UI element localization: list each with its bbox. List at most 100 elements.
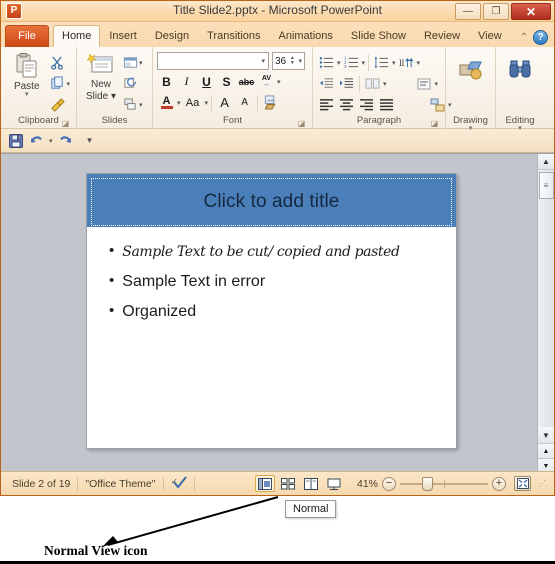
text-direction-button[interactable]: ll	[397, 53, 416, 72]
columns-carat[interactable]: ▾	[383, 80, 387, 88]
reset-button[interactable]	[121, 74, 145, 93]
slide-sorter-view-button[interactable]	[278, 475, 298, 492]
grow-font-button[interactable]: A	[215, 93, 234, 112]
undo-dropdown-carat[interactable]: ▾	[49, 137, 53, 145]
cut-button[interactable]	[48, 53, 72, 72]
drawing-carat[interactable]: ▾	[450, 125, 491, 132]
zoom-out-button[interactable]: −	[382, 476, 396, 491]
font-size-spinner[interactable]: ▲ ▼	[290, 56, 295, 66]
tab-transitions[interactable]: Transitions	[198, 25, 269, 47]
line-spacing-button[interactable]	[372, 53, 391, 72]
font-color-carat[interactable]: ▾	[177, 99, 181, 107]
decrease-indent-button[interactable]	[317, 74, 336, 93]
tab-view[interactable]: View	[469, 25, 511, 47]
tab-design[interactable]: Design	[146, 25, 198, 47]
shrink-font-button[interactable]: A	[235, 93, 254, 112]
close-button[interactable]: ✕	[511, 3, 551, 20]
copy-button[interactable]: ▾	[48, 74, 72, 93]
help-icon[interactable]: ?	[533, 30, 548, 45]
copy-dropdown-carat[interactable]: ▾	[66, 80, 70, 88]
align-text-button[interactable]	[415, 74, 434, 93]
redo-button[interactable]	[56, 132, 74, 150]
zoom-slider[interactable]	[400, 476, 488, 491]
line-spacing-carat[interactable]: ▾	[392, 59, 396, 67]
font-dialog-launcher[interactable]: ◪	[297, 119, 306, 128]
align-center-button[interactable]	[337, 95, 356, 114]
layout-dropdown-carat[interactable]: ▾	[139, 59, 143, 67]
editing-button[interactable]	[500, 56, 540, 82]
list-item[interactable]: • Organized	[109, 302, 444, 322]
clipboard-dialog-launcher[interactable]: ◪	[61, 119, 70, 128]
paste-dropdown-carat[interactable]: ▾	[25, 91, 29, 98]
change-case-button[interactable]: Aa	[182, 93, 204, 112]
list-item[interactable]: • Sample Text to be cut/ copied and past…	[109, 242, 444, 262]
font-name-carat[interactable]: ▾	[261, 57, 265, 65]
minimize-button[interactable]: —	[455, 3, 481, 20]
scroll-up-button[interactable]: ▲	[537, 154, 554, 170]
text-shadow-button[interactable]: S	[217, 72, 236, 91]
tab-home[interactable]: Home	[53, 25, 101, 47]
align-left-button[interactable]	[317, 95, 336, 114]
convert-to-smartart-button[interactable]	[428, 95, 447, 114]
tab-slide-show[interactable]: Slide Show	[342, 25, 415, 47]
restore-button[interactable]: ❐	[483, 3, 509, 20]
tab-insert[interactable]: Insert	[100, 25, 146, 47]
previous-slide-button[interactable]: ▲	[537, 443, 554, 458]
list-item[interactable]: • Sample Text in error	[109, 272, 444, 292]
font-size-carat[interactable]: ▾	[298, 57, 302, 65]
tab-file[interactable]: File	[5, 25, 49, 47]
vertical-scrollbar[interactable]: ▲ ≡ ▼ ▲ ▼	[537, 154, 554, 473]
underline-button[interactable]: U	[197, 72, 216, 91]
bullets-carat[interactable]: ▾	[337, 59, 341, 67]
normal-view-button[interactable]	[255, 475, 275, 492]
section-button[interactable]: ▾	[121, 95, 145, 114]
slide-canvas[interactable]: Click to add title • Sample Text to be c…	[86, 173, 457, 449]
layout-button[interactable]: ▾	[121, 53, 145, 72]
bold-button[interactable]: B	[157, 72, 176, 91]
format-painter-button[interactable]	[48, 95, 72, 114]
increase-indent-button[interactable]	[337, 74, 356, 93]
character-spacing-carat[interactable]: ▾	[277, 78, 281, 86]
columns-button[interactable]	[363, 74, 382, 93]
font-color-button[interactable]: A	[157, 93, 176, 112]
reading-view-button[interactable]	[301, 475, 321, 492]
undo-button[interactable]	[28, 132, 46, 150]
clear-formatting-button[interactable]: AA	[261, 93, 280, 112]
align-text-carat[interactable]: ▾	[435, 80, 439, 88]
drawing-button[interactable]	[450, 56, 491, 82]
resize-grip[interactable]: ⋰	[538, 479, 550, 488]
font-name-input[interactable]: ▾	[157, 52, 269, 70]
numbering-carat[interactable]: ▾	[362, 59, 366, 67]
save-button[interactable]	[7, 132, 25, 150]
numbering-button[interactable]: 1 2 3	[342, 53, 361, 72]
zoom-in-button[interactable]: +	[492, 476, 506, 491]
zoom-level[interactable]: 41%	[350, 478, 378, 490]
customize-qat-button[interactable]: ▾	[81, 132, 99, 150]
new-slide-button[interactable]: New Slide ▾	[81, 50, 121, 102]
minimize-ribbon-icon[interactable]: ⌃	[520, 32, 528, 43]
align-right-button[interactable]	[357, 95, 376, 114]
slide-show-view-button[interactable]	[324, 475, 344, 492]
justify-button[interactable]	[377, 95, 396, 114]
slide-body-placeholder[interactable]: • Sample Text to be cut/ copied and past…	[87, 228, 456, 322]
paragraph-dialog-launcher[interactable]: ◪	[430, 119, 439, 128]
editing-carat[interactable]: ▾	[500, 125, 540, 132]
scrollbar-track[interactable]	[538, 199, 555, 427]
italic-button[interactable]: I	[177, 72, 196, 91]
fit-to-window-button[interactable]	[514, 476, 531, 491]
paste-button[interactable]: Paste ▾	[5, 50, 48, 98]
font-size-input[interactable]: 36 ▲ ▼ ▾	[272, 52, 305, 70]
tab-review[interactable]: Review	[415, 25, 469, 47]
theme-name[interactable]: "Office Theme"	[78, 478, 162, 490]
character-spacing-button[interactable]: AV ↔	[257, 72, 276, 91]
strikethrough-button[interactable]: abc	[237, 72, 256, 91]
scroll-down-button[interactable]: ▼	[537, 427, 554, 443]
tab-animations[interactable]: Animations	[270, 25, 342, 47]
zoom-slider-thumb[interactable]	[422, 476, 433, 491]
slide-counter[interactable]: Slide 2 of 19	[5, 478, 77, 490]
text-direction-carat[interactable]: ▾	[417, 59, 421, 67]
scrollbar-thumb[interactable]: ≡	[538, 172, 554, 199]
change-case-carat[interactable]: ▾	[205, 99, 209, 107]
section-dropdown-carat[interactable]: ▾	[139, 101, 143, 109]
bullets-button[interactable]	[317, 53, 336, 72]
